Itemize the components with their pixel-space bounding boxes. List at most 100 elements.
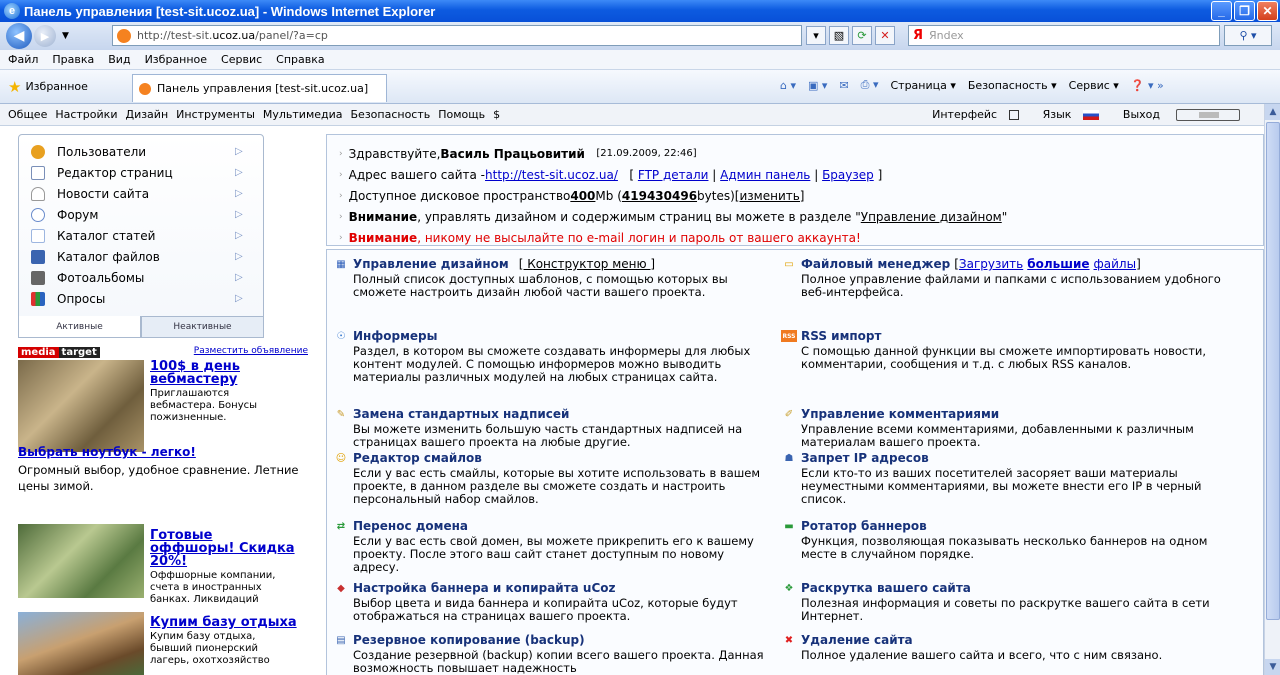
menu-help[interactable]: Справка	[276, 53, 324, 66]
mail-icon[interactable]: ✉	[839, 79, 848, 92]
tool-title-link[interactable]: Замена стандартных надписей	[353, 407, 569, 421]
scroll-up-icon[interactable]: ▲	[1265, 104, 1280, 120]
browser-tab[interactable]: Панель управления [test-sit.ucoz.ua]	[132, 74, 387, 102]
tool-icon: ✐	[784, 408, 794, 420]
site-favicon-icon	[117, 28, 131, 43]
search-input[interactable]: Я Яndex	[908, 25, 1220, 46]
tool-title-link[interactable]: Запрет IP адресов	[801, 451, 929, 465]
window-titlebar: e Панель управления [test-sit.ucoz.ua] -…	[0, 0, 1280, 22]
tool-title-link[interactable]: Информеры	[353, 329, 437, 343]
site-link[interactable]: http://test-sit.ucoz.ua/	[485, 168, 618, 182]
forward-button[interactable]: ▶	[34, 25, 56, 47]
upload-part-extra1[interactable]: Загрузить	[959, 257, 1023, 271]
interface-toggle[interactable]: Интерфейс	[932, 108, 1026, 121]
change-link[interactable]: [изменить]	[735, 189, 805, 203]
tool-title-link[interactable]: Резервное копирование (backup)	[353, 633, 585, 647]
sidebar-item-label: Новости сайта	[57, 186, 150, 201]
menu-favorites[interactable]: Избранное	[145, 53, 207, 66]
nav-settings[interactable]: Настройки	[55, 108, 117, 121]
ad4-title[interactable]: Купим базу отдыха	[150, 616, 300, 629]
panel-top-nav: Общее Настройки Дизайн Инструменты Мульт…	[0, 104, 1264, 126]
search-button[interactable]: ⚲ ▾	[1224, 25, 1272, 46]
ad-photo-cash[interactable]	[18, 524, 144, 598]
ad-photo-money[interactable]	[18, 360, 144, 452]
history-dropdown-icon[interactable]: ▼	[62, 31, 69, 41]
tool-icon: ◆	[337, 582, 345, 594]
admin-link[interactable]: Админ панель	[720, 168, 810, 182]
upload-part-extra2[interactable]: большие	[1027, 257, 1089, 271]
stop-icon[interactable]: ✕	[875, 26, 895, 45]
menu-edit[interactable]: Правка	[52, 53, 94, 66]
language-toggle[interactable]: Язык	[1043, 108, 1107, 121]
tool-item: ⇄ Перенос домена Если у вас есть свой доме…	[333, 518, 773, 574]
nav-general[interactable]: Общее	[8, 108, 47, 121]
width-slider[interactable]	[1176, 108, 1240, 121]
tool-title-link[interactable]: Перенос домена	[353, 519, 468, 533]
close-icon[interactable]: ✕	[1257, 1, 1278, 21]
tool-header: ▦ Управление дизайном [ Конструктор меню ]	[333, 256, 773, 272]
sidebar-item-polls[interactable]: Опросы ▷	[19, 288, 263, 309]
service-menu[interactable]: Сервис ▾	[1069, 79, 1119, 92]
tool-title-link[interactable]: Раскрутка вашего сайта	[801, 581, 971, 595]
bullet-icon: ›	[339, 190, 343, 201]
menu-file[interactable]: Файл	[8, 53, 38, 66]
back-button[interactable]: ◀	[6, 23, 32, 49]
help-icon[interactable]: ❓ ▾ »	[1131, 79, 1164, 92]
sidebar-item-photo[interactable]: Фотоальбомы ▷	[19, 267, 263, 288]
compat-view-icon[interactable]: ▧	[829, 26, 849, 45]
ad3-title[interactable]: Готовые оффшоры! Скидка 20%!	[150, 529, 300, 568]
ad1-title[interactable]: 100$ в день вебмастеру	[150, 360, 270, 386]
sidebar-item-forum[interactable]: Форум ▷	[19, 204, 263, 225]
nav-tools[interactable]: Инструменты	[176, 108, 255, 121]
tool-title-link[interactable]: RSS импорт	[801, 329, 881, 343]
refresh-icon[interactable]: ⟳	[852, 26, 872, 45]
tab-inactive[interactable]: Неактивные	[141, 316, 264, 338]
security-menu[interactable]: Безопасность ▾	[968, 79, 1057, 92]
page-scrollbar[interactable]: ▲ ▼	[1264, 104, 1280, 675]
scroll-down-icon[interactable]: ▼	[1265, 659, 1280, 675]
home-icon[interactable]: ⌂ ▾	[780, 79, 796, 92]
design-link[interactable]: Управление дизайном	[861, 210, 1002, 224]
tool-title-link[interactable]: Удаление сайта	[801, 633, 913, 647]
logout-link[interactable]: Выход	[1123, 108, 1160, 121]
print-icon[interactable]: ⎙ ▾	[861, 78, 879, 92]
address-dropdown-icon[interactable]: ▾	[806, 26, 826, 45]
menu-bar: Файл Правка Вид Избранное Сервис Справка	[0, 50, 1280, 70]
tool-title-link[interactable]: Редактор смайлов	[353, 451, 482, 465]
tool-title-link[interactable]: Ротатор баннеров	[801, 519, 927, 533]
ad2-title[interactable]: Выбрать ноутбук - легко!	[18, 446, 308, 459]
ftp-link[interactable]: FTP детали	[638, 168, 709, 182]
chart-icon	[31, 291, 45, 306]
sidebar-item-page-editor[interactable]: Редактор страниц ▷	[19, 162, 263, 183]
constructor-menu-link[interactable]: [ Конструктор меню ]	[519, 257, 655, 271]
sidebar-item-articles[interactable]: Каталог статей ▷	[19, 225, 263, 246]
favorites-bar: ★ Избранное Панель управления [test-sit.…	[0, 70, 1280, 104]
tab-active[interactable]: Активные	[18, 316, 141, 338]
upload-part-extra3[interactable]: файлы	[1094, 257, 1137, 271]
favorites-button[interactable]: Избранное	[25, 80, 87, 93]
maximize-icon[interactable]: ❐	[1234, 1, 1255, 21]
nav-security[interactable]: Безопасность	[351, 108, 431, 121]
ad-photo-house[interactable]	[18, 612, 144, 675]
favorites-star-icon[interactable]: ★	[8, 78, 21, 96]
sidebar-item-users[interactable]: Пользователи ▷	[19, 141, 263, 162]
address-input[interactable]: http://test-sit. ucoz.ua/panel/?a=cp	[112, 25, 802, 46]
nav-help[interactable]: Помощь	[438, 108, 485, 121]
page-menu[interactable]: Страница ▾	[890, 79, 955, 92]
tool-title-link[interactable]: Управление комментариями	[801, 407, 999, 421]
feeds-icon[interactable]: ▣ ▾	[808, 79, 827, 92]
nav-design[interactable]: Дизайн	[125, 108, 168, 121]
menu-view[interactable]: Вид	[108, 53, 130, 66]
browser-link[interactable]: Браузер	[822, 168, 874, 182]
tool-title-link[interactable]: Управление дизайном	[353, 257, 509, 271]
sidebar-item-news[interactable]: Новости сайта ▷	[19, 183, 263, 204]
nav-dollar[interactable]: $	[493, 108, 500, 121]
sidebar-item-files[interactable]: Каталог файлов ▷	[19, 246, 263, 267]
scroll-thumb[interactable]	[1266, 122, 1280, 620]
menu-tools[interactable]: Сервис	[221, 53, 262, 66]
nav-multimedia[interactable]: Мультимедиа	[263, 108, 343, 121]
tool-title-link[interactable]: Файловый менеджер	[801, 257, 950, 271]
minimize-icon[interactable]: _	[1211, 1, 1232, 21]
ad-place-link[interactable]: Разместить объявление	[194, 346, 308, 356]
tool-title-link[interactable]: Настройка баннера и копирайта uCoz	[353, 581, 616, 595]
